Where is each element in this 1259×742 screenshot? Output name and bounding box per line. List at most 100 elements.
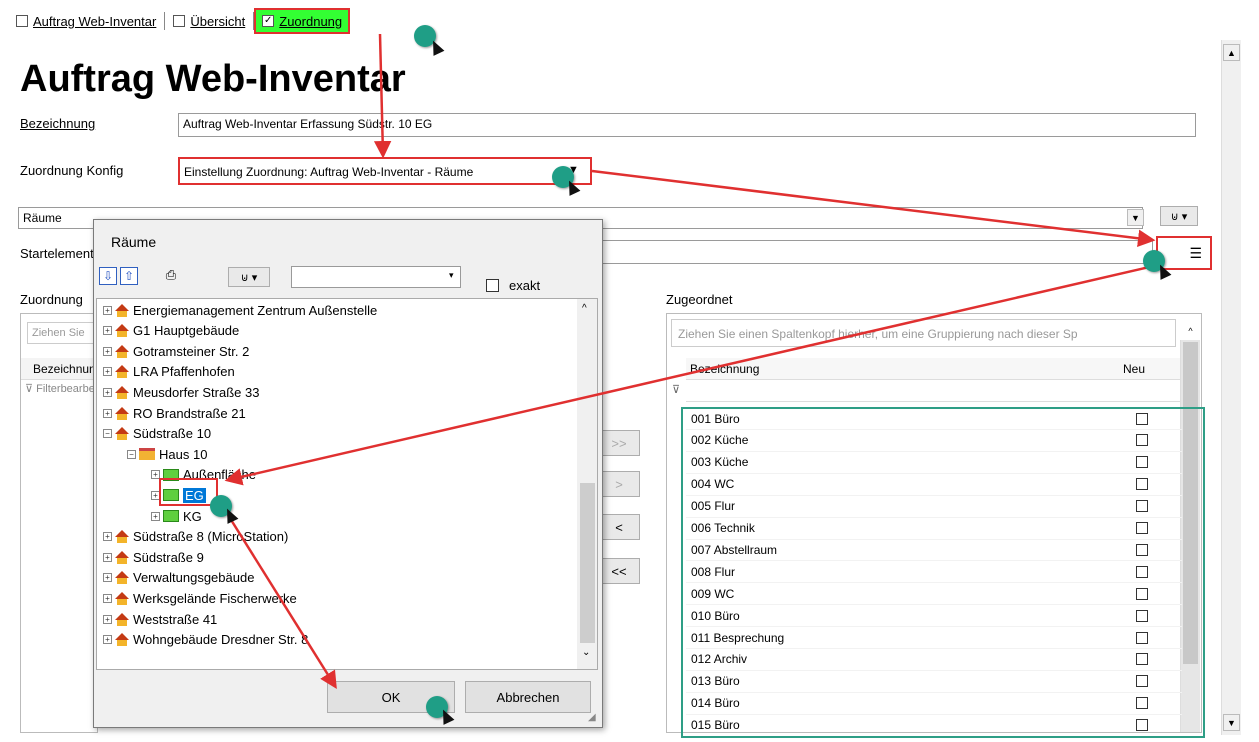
column-header[interactable]: Bezeichnung — [21, 358, 99, 380]
house-icon — [115, 344, 129, 358]
zuordnung-konfig-select[interactable]: Einstellung Zuordnung: Auftrag Web-Inven… — [178, 157, 592, 185]
user-filter-button[interactable]: ⊍ ▾ — [1160, 206, 1198, 226]
pointer-icon — [427, 38, 445, 56]
tree-item-label: Werksgelände Fischerwerke — [133, 590, 297, 606]
column-header-name[interactable]: Bezeichnung — [686, 362, 1119, 376]
filter-row[interactable] — [686, 380, 1180, 402]
tree-item[interactable]: + Meusdorfer Straße 33 — [103, 382, 259, 402]
tab-checkbox[interactable] — [173, 15, 186, 27]
tree-item-label: Gotramsteiner Str. 2 — [133, 343, 250, 359]
expand-icon[interactable]: + — [103, 346, 112, 356]
expand-all-icon[interactable]: ⇩ — [99, 267, 117, 285]
user-filter-button[interactable]: ⊍ ▾ — [228, 267, 270, 287]
filter-icon: ⊽ — [25, 383, 34, 395]
tree-item[interactable]: − Südstraße 10 — [103, 424, 211, 444]
expand-icon[interactable]: + — [103, 326, 112, 336]
move-left-button[interactable]: < — [598, 514, 640, 540]
exact-checkbox[interactable] — [486, 279, 499, 292]
main-scrollbar[interactable] — [1221, 40, 1241, 735]
bezeichnung-label: Bezeichnung — [20, 116, 96, 131]
tree-item[interactable]: + Gotramsteiner Str. 2 — [103, 341, 249, 361]
house-icon — [115, 571, 129, 585]
expand-icon[interactable]: + — [103, 305, 112, 315]
chevron-down-icon[interactable]: ▼ — [1127, 209, 1144, 226]
filter-icon[interactable]: ⊽ — [672, 383, 680, 396]
house-icon — [115, 550, 129, 564]
tree-item-label: Südstraße 9 — [133, 549, 204, 565]
tree-item-label: Südstraße 10 — [133, 426, 212, 442]
expand-icon[interactable]: + — [103, 387, 112, 397]
collapse-icon[interactable]: − — [127, 449, 136, 459]
available-grid: Ziehen Sie Bezeichnung ⊽ Filterbearbeitu… — [20, 313, 99, 733]
scroll-up-icon[interactable]: ^ — [1182, 322, 1199, 339]
expand-icon[interactable]: + — [103, 593, 112, 603]
expand-icon[interactable]: + — [103, 635, 112, 645]
tree-item[interactable]: + KG — [151, 506, 202, 526]
move-all-left-button[interactable]: << — [598, 558, 640, 584]
scroll-thumb[interactable] — [580, 483, 595, 643]
tree-item[interactable]: + Energiemanagement Zentrum Außenstelle — [103, 300, 377, 320]
highlight-eg-item — [159, 478, 218, 506]
zuordnung-konfig-label: Zuordnung Konfig — [20, 163, 124, 178]
print-icon[interactable]: ⎙ — [161, 267, 181, 285]
scroll-up-icon[interactable]: ^ — [582, 303, 587, 314]
scroll-down-icon[interactable]: ⌄ — [582, 647, 590, 658]
expand-icon[interactable]: + — [151, 511, 160, 521]
collapse-all-icon[interactable]: ⇧ — [120, 267, 138, 285]
dialog-search-input[interactable] — [291, 266, 461, 288]
highlight-assigned-rows — [681, 407, 1205, 738]
tab-uebersicht[interactable]: Übersicht — [167, 10, 251, 32]
filter-row[interactable]: ⊽ Filterbearbeitung — [21, 380, 99, 398]
tree-item-label: Haus 10 — [159, 446, 208, 462]
tree-item-label: RO Brandstraße 21 — [133, 405, 246, 421]
tree-item-label: Weststraße 41 — [133, 611, 218, 627]
tab-separator — [164, 12, 166, 30]
expand-icon[interactable]: + — [103, 367, 112, 377]
house-icon — [115, 633, 129, 647]
collapse-icon[interactable]: − — [103, 429, 112, 439]
chevron-down-icon[interactable]: ▾ — [449, 270, 454, 281]
house-icon — [115, 612, 129, 626]
resize-grip-icon[interactable]: ◢ — [588, 712, 596, 723]
move-right-button[interactable]: > — [598, 471, 640, 497]
bezeichnung-input[interactable]: Auftrag Web-Inventar Erfassung Südstr. 1… — [178, 113, 1196, 137]
expand-icon[interactable]: + — [103, 532, 112, 542]
tree-scrollbar[interactable]: ^ ⌄ — [577, 299, 597, 669]
scroll-up-icon[interactable]: ▲ — [1223, 44, 1240, 61]
assigned-header: Bezeichnung Neu — [686, 358, 1180, 380]
move-all-right-button[interactable]: >> — [598, 430, 640, 456]
tree-item[interactable]: + Südstraße 8 (MicroStation) — [103, 527, 288, 547]
expand-icon[interactable]: + — [103, 408, 112, 418]
expand-icon[interactable]: + — [103, 614, 112, 624]
cancel-button[interactable]: Abbrechen — [465, 681, 591, 713]
tree-item-label: Südstraße 8 (MicroStation) — [133, 529, 289, 545]
tree-item-label: LRA Pfaffenhofen — [133, 364, 235, 380]
tree-item[interactable]: + Wohngebäude Dresdner Str. 8 — [103, 630, 308, 650]
tree-item[interactable]: + Weststraße 41 — [103, 609, 217, 629]
building-icon — [139, 448, 155, 461]
expand-icon[interactable]: + — [103, 573, 112, 583]
tree-item[interactable]: + Verwaltungsgebäude — [103, 568, 254, 588]
checked-checkbox-icon[interactable]: ✓ — [262, 15, 275, 27]
tab-checkbox[interactable] — [16, 15, 28, 27]
tree-item[interactable]: + Werksgelände Fischerwerke — [103, 588, 297, 608]
tab-label: Zuordnung — [279, 13, 343, 29]
column-header-new[interactable]: Neu — [1119, 362, 1145, 376]
tree-item[interactable]: + LRA Pfaffenhofen — [103, 362, 235, 382]
tab-auftrag[interactable]: Auftrag Web-Inventar — [10, 10, 162, 32]
house-icon — [115, 530, 129, 544]
scroll-down-icon[interactable]: ▼ — [1223, 714, 1240, 731]
zugeordnet-label: Zugeordnet — [666, 292, 733, 307]
select-value: Einstellung Zuordnung: Auftrag Web-Inven… — [184, 165, 474, 179]
startelement-label: Startelement — [20, 246, 94, 261]
tree-item-label: Verwaltungsgebäude — [133, 570, 255, 586]
tab-zuordnung[interactable]: ✓ Zuordnung — [254, 8, 351, 34]
tab-separator — [253, 12, 255, 30]
house-icon — [115, 591, 129, 605]
tab-bar: Auftrag Web-Inventar Übersicht ✓ Zuordnu… — [10, 8, 351, 34]
tree-item[interactable]: + RO Brandstraße 21 — [103, 403, 246, 423]
tree-item[interactable]: + Südstraße 9 — [103, 547, 204, 567]
tree-item[interactable]: + G1 Hauptgebäude — [103, 321, 239, 341]
tree-item[interactable]: − Haus 10 — [127, 444, 207, 464]
expand-icon[interactable]: + — [103, 552, 112, 562]
